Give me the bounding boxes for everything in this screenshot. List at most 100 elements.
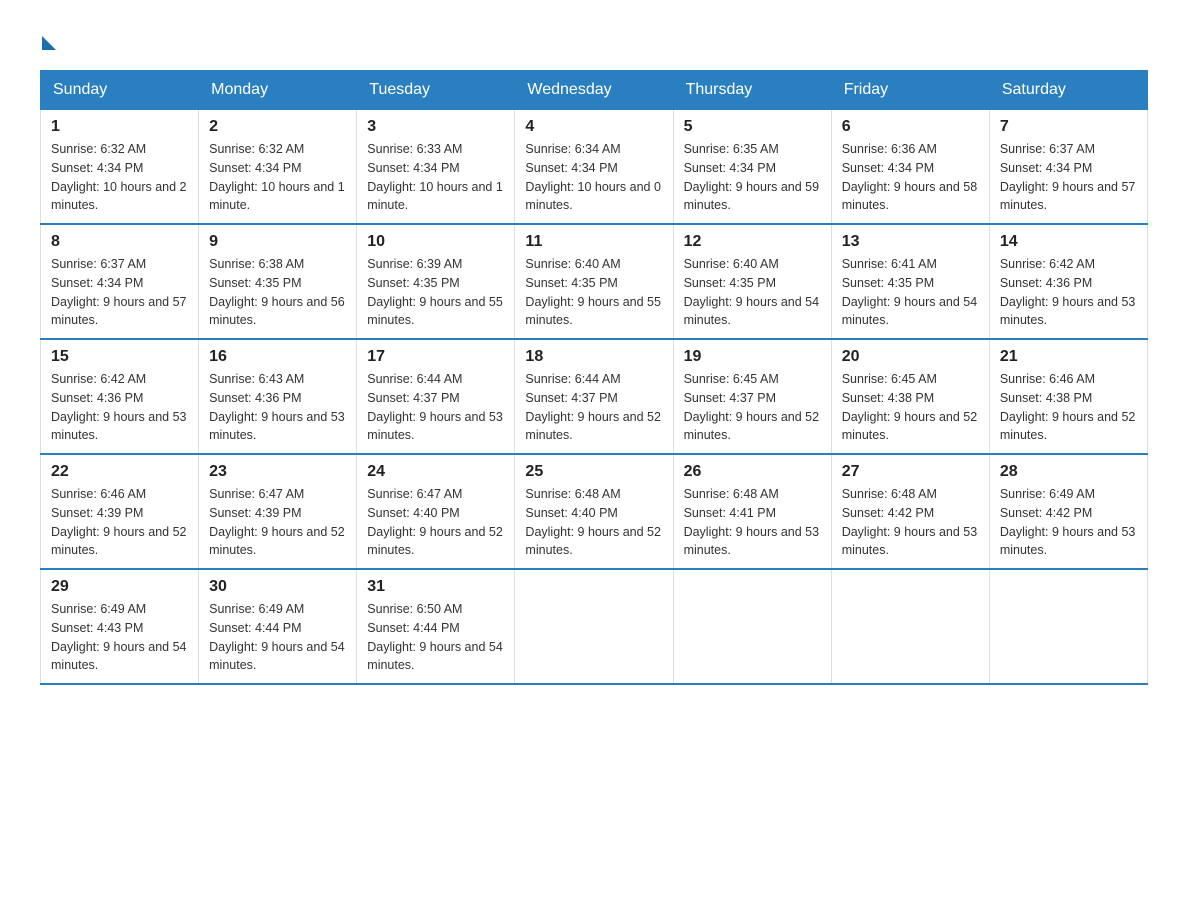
calendar-week-row: 22 Sunrise: 6:46 AMSunset: 4:39 PMDayligh… xyxy=(41,454,1148,569)
day-info: Sunrise: 6:35 AMSunset: 4:34 PMDaylight:… xyxy=(684,140,821,215)
day-number: 13 xyxy=(842,233,979,251)
day-info: Sunrise: 6:48 AMSunset: 4:40 PMDaylight:… xyxy=(525,485,662,560)
column-header-friday: Friday xyxy=(831,71,989,110)
day-info: Sunrise: 6:41 AMSunset: 4:35 PMDaylight:… xyxy=(842,255,979,330)
day-number: 15 xyxy=(51,348,188,366)
calendar-cell: 22 Sunrise: 6:46 AMSunset: 4:39 PMDayligh… xyxy=(41,454,199,569)
calendar-cell: 19 Sunrise: 6:45 AMSunset: 4:37 PMDayligh… xyxy=(673,339,831,454)
day-info: Sunrise: 6:47 AMSunset: 4:39 PMDaylight:… xyxy=(209,485,346,560)
day-number: 14 xyxy=(1000,233,1137,251)
day-info: Sunrise: 6:48 AMSunset: 4:42 PMDaylight:… xyxy=(842,485,979,560)
day-number: 11 xyxy=(525,233,662,251)
day-number: 31 xyxy=(367,578,504,596)
day-info: Sunrise: 6:50 AMSunset: 4:44 PMDaylight:… xyxy=(367,600,504,675)
day-number: 1 xyxy=(51,118,188,136)
calendar-cell: 28 Sunrise: 6:49 AMSunset: 4:42 PMDayligh… xyxy=(989,454,1147,569)
calendar-week-row: 1 Sunrise: 6:32 AMSunset: 4:34 PMDaylight… xyxy=(41,110,1148,225)
calendar-cell: 24Sunrise: 6:47 AMSunset: 4:40 PMDayligh… xyxy=(357,454,515,569)
column-header-saturday: Saturday xyxy=(989,71,1147,110)
day-number: 19 xyxy=(684,348,821,366)
day-info: Sunrise: 6:46 AMSunset: 4:38 PMDaylight:… xyxy=(1000,370,1137,445)
calendar-cell: 5 Sunrise: 6:35 AMSunset: 4:34 PMDaylight… xyxy=(673,110,831,225)
day-info: Sunrise: 6:42 AMSunset: 4:36 PMDaylight:… xyxy=(51,370,188,445)
calendar-cell: 6 Sunrise: 6:36 AMSunset: 4:34 PMDaylight… xyxy=(831,110,989,225)
day-number: 23 xyxy=(209,463,346,481)
calendar-cell: 11 Sunrise: 6:40 AMSunset: 4:35 PMDayligh… xyxy=(515,224,673,339)
day-number: 10 xyxy=(367,233,504,251)
calendar-cell: 2Sunrise: 6:32 AMSunset: 4:34 PMDaylight… xyxy=(199,110,357,225)
day-number: 7 xyxy=(1000,118,1137,136)
calendar-week-row: 15 Sunrise: 6:42 AMSunset: 4:36 PMDayligh… xyxy=(41,339,1148,454)
day-info: Sunrise: 6:33 AMSunset: 4:34 PMDaylight:… xyxy=(367,140,504,215)
day-number: 27 xyxy=(842,463,979,481)
day-number: 5 xyxy=(684,118,821,136)
calendar-cell: 10 Sunrise: 6:39 AMSunset: 4:35 PMDayligh… xyxy=(357,224,515,339)
calendar-cell: 9 Sunrise: 6:38 AMSunset: 4:35 PMDaylight… xyxy=(199,224,357,339)
column-header-wednesday: Wednesday xyxy=(515,71,673,110)
calendar-cell: 18 Sunrise: 6:44 AMSunset: 4:37 PMDayligh… xyxy=(515,339,673,454)
calendar-cell xyxy=(515,569,673,684)
calendar-cell: 12 Sunrise: 6:40 AMSunset: 4:35 PMDayligh… xyxy=(673,224,831,339)
calendar-cell: 20 Sunrise: 6:45 AMSunset: 4:38 PMDayligh… xyxy=(831,339,989,454)
day-info: Sunrise: 6:49 AMSunset: 4:43 PMDaylight:… xyxy=(51,600,188,675)
day-info: Sunrise: 6:39 AMSunset: 4:35 PMDaylight:… xyxy=(367,255,504,330)
day-info: Sunrise: 6:32 AMSunset: 4:34 PMDaylight:… xyxy=(51,140,188,215)
day-info: Sunrise: 6:44 AMSunset: 4:37 PMDaylight:… xyxy=(525,370,662,445)
day-info: Sunrise: 6:48 AMSunset: 4:41 PMDaylight:… xyxy=(684,485,821,560)
calendar-cell: 8 Sunrise: 6:37 AMSunset: 4:34 PMDaylight… xyxy=(41,224,199,339)
day-number: 21 xyxy=(1000,348,1137,366)
day-number: 6 xyxy=(842,118,979,136)
day-number: 16 xyxy=(209,348,346,366)
day-number: 20 xyxy=(842,348,979,366)
page-header xyxy=(40,30,1148,50)
calendar-cell: 27 Sunrise: 6:48 AMSunset: 4:42 PMDayligh… xyxy=(831,454,989,569)
day-number: 9 xyxy=(209,233,346,251)
day-info: Sunrise: 6:36 AMSunset: 4:34 PMDaylight:… xyxy=(842,140,979,215)
calendar-week-row: 8 Sunrise: 6:37 AMSunset: 4:34 PMDaylight… xyxy=(41,224,1148,339)
day-number: 25 xyxy=(525,463,662,481)
column-header-sunday: Sunday xyxy=(41,71,199,110)
calendar-cell: 7 Sunrise: 6:37 AMSunset: 4:34 PMDaylight… xyxy=(989,110,1147,225)
calendar-cell: 14 Sunrise: 6:42 AMSunset: 4:36 PMDayligh… xyxy=(989,224,1147,339)
day-info: Sunrise: 6:37 AMSunset: 4:34 PMDaylight:… xyxy=(51,255,188,330)
day-info: Sunrise: 6:34 AMSunset: 4:34 PMDaylight:… xyxy=(525,140,662,215)
day-number: 18 xyxy=(525,348,662,366)
day-number: 4 xyxy=(525,118,662,136)
day-number: 8 xyxy=(51,233,188,251)
day-info: Sunrise: 6:42 AMSunset: 4:36 PMDaylight:… xyxy=(1000,255,1137,330)
calendar-cell xyxy=(989,569,1147,684)
calendar-cell: 1 Sunrise: 6:32 AMSunset: 4:34 PMDaylight… xyxy=(41,110,199,225)
day-info: Sunrise: 6:40 AMSunset: 4:35 PMDaylight:… xyxy=(684,255,821,330)
calendar-cell: 3 Sunrise: 6:33 AMSunset: 4:34 PMDaylight… xyxy=(357,110,515,225)
logo xyxy=(40,30,56,50)
calendar-cell xyxy=(673,569,831,684)
day-info: Sunrise: 6:32 AMSunset: 4:34 PMDaylight:… xyxy=(209,140,346,215)
calendar-week-row: 29Sunrise: 6:49 AMSunset: 4:43 PMDayligh… xyxy=(41,569,1148,684)
calendar-cell: 26Sunrise: 6:48 AMSunset: 4:41 PMDayligh… xyxy=(673,454,831,569)
calendar-cell: 29Sunrise: 6:49 AMSunset: 4:43 PMDayligh… xyxy=(41,569,199,684)
day-number: 24 xyxy=(367,463,504,481)
calendar-cell: 31 Sunrise: 6:50 AMSunset: 4:44 PMDayligh… xyxy=(357,569,515,684)
day-number: 30 xyxy=(209,578,346,596)
day-info: Sunrise: 6:45 AMSunset: 4:38 PMDaylight:… xyxy=(842,370,979,445)
day-info: Sunrise: 6:49 AMSunset: 4:42 PMDaylight:… xyxy=(1000,485,1137,560)
day-info: Sunrise: 6:45 AMSunset: 4:37 PMDaylight:… xyxy=(684,370,821,445)
calendar-cell: 21 Sunrise: 6:46 AMSunset: 4:38 PMDayligh… xyxy=(989,339,1147,454)
day-number: 17 xyxy=(367,348,504,366)
calendar-cell: 17 Sunrise: 6:44 AMSunset: 4:37 PMDayligh… xyxy=(357,339,515,454)
calendar-cell: 4 Sunrise: 6:34 AMSunset: 4:34 PMDaylight… xyxy=(515,110,673,225)
calendar-cell: 25 Sunrise: 6:48 AMSunset: 4:40 PMDayligh… xyxy=(515,454,673,569)
calendar-cell: 13 Sunrise: 6:41 AMSunset: 4:35 PMDayligh… xyxy=(831,224,989,339)
calendar-header-row: SundayMondayTuesdayWednesdayThursdayFrid… xyxy=(41,71,1148,110)
day-info: Sunrise: 6:46 AMSunset: 4:39 PMDaylight:… xyxy=(51,485,188,560)
day-info: Sunrise: 6:38 AMSunset: 4:35 PMDaylight:… xyxy=(209,255,346,330)
day-info: Sunrise: 6:37 AMSunset: 4:34 PMDaylight:… xyxy=(1000,140,1137,215)
day-number: 28 xyxy=(1000,463,1137,481)
day-number: 22 xyxy=(51,463,188,481)
calendar-cell: 23 Sunrise: 6:47 AMSunset: 4:39 PMDayligh… xyxy=(199,454,357,569)
day-number: 12 xyxy=(684,233,821,251)
day-number: 3 xyxy=(367,118,504,136)
day-info: Sunrise: 6:49 AMSunset: 4:44 PMDaylight:… xyxy=(209,600,346,675)
day-info: Sunrise: 6:44 AMSunset: 4:37 PMDaylight:… xyxy=(367,370,504,445)
day-info: Sunrise: 6:40 AMSunset: 4:35 PMDaylight:… xyxy=(525,255,662,330)
